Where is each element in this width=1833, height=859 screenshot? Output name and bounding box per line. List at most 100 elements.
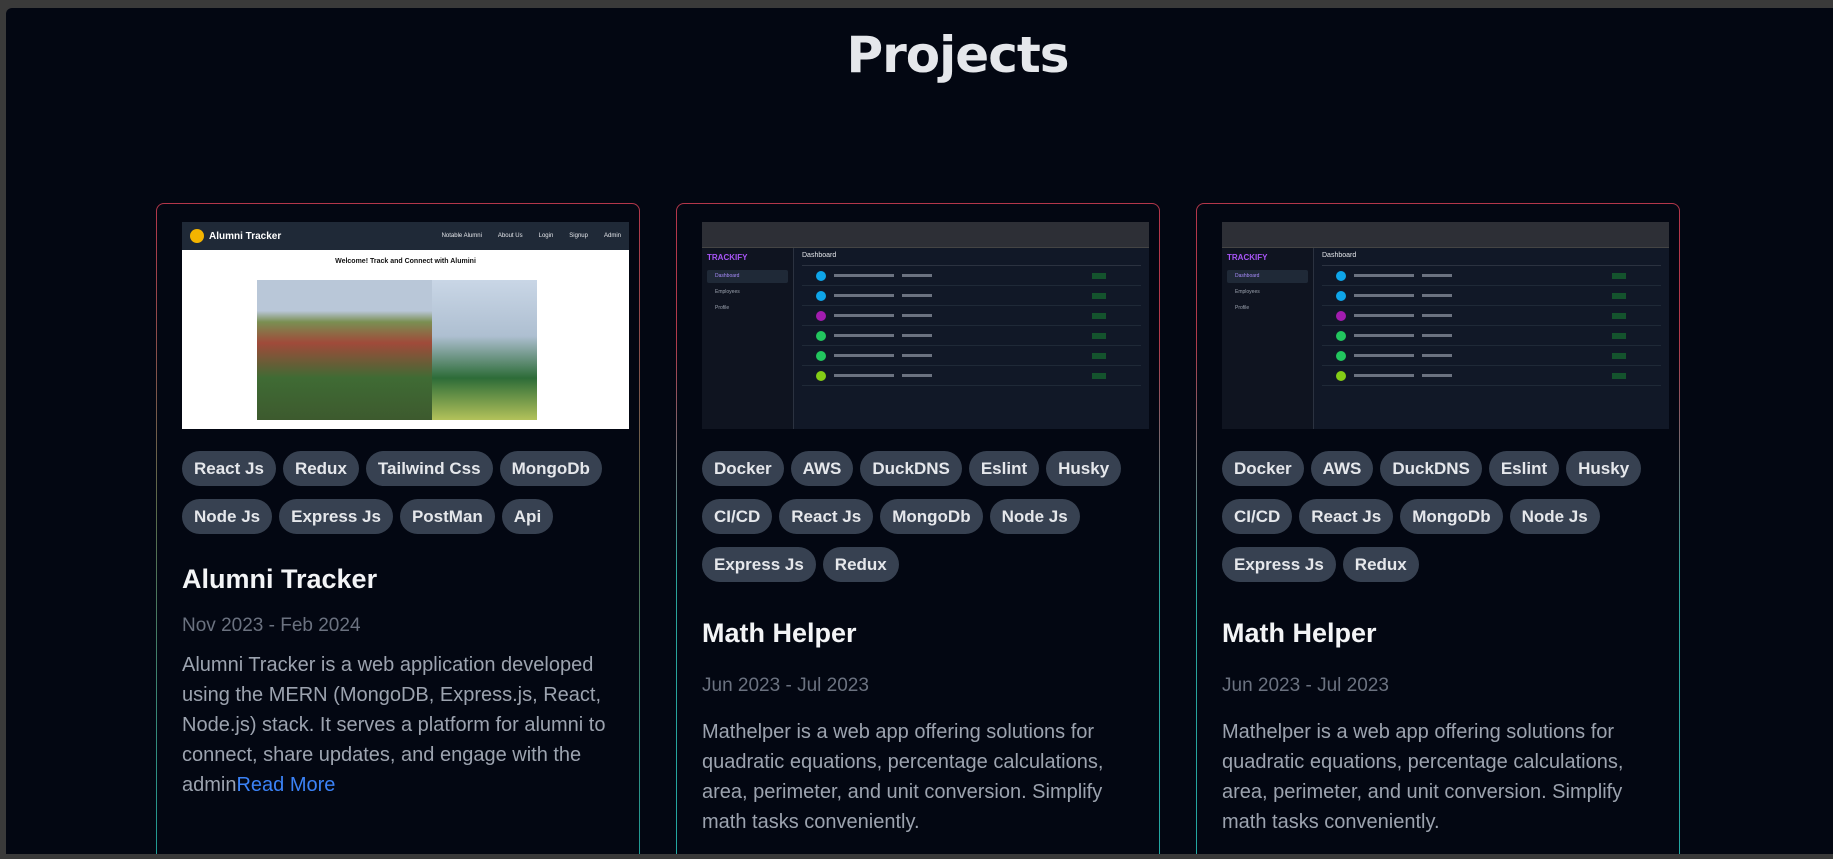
tech-tag: Eslint bbox=[1488, 451, 1560, 486]
nav-link: About Us bbox=[497, 233, 523, 239]
table-row bbox=[802, 266, 1141, 286]
tech-tag: Node Js bbox=[989, 499, 1080, 534]
avatar bbox=[1336, 270, 1346, 281]
tech-tags: React Js Redux Tailwind Css MongoDb Node… bbox=[182, 451, 622, 534]
avatar bbox=[1336, 370, 1346, 381]
sidebar-item: Profile bbox=[715, 305, 730, 311]
sidebar-item: Dashboard bbox=[707, 270, 788, 283]
projects-section: Projects Alumni Tracker Notable Alumni A… bbox=[6, 8, 1833, 854]
nav-link: Admin bbox=[603, 233, 621, 239]
campus-photo-2 bbox=[432, 280, 537, 420]
avatar bbox=[816, 310, 826, 321]
screenshot-header: Dashboard bbox=[1322, 252, 1661, 266]
tech-tag: Express Js bbox=[279, 499, 393, 534]
project-card: TRACKIFY Dashboard Employees Profile Das… bbox=[1196, 203, 1680, 854]
avatar bbox=[1336, 310, 1346, 321]
tech-tag: MongoDb bbox=[880, 499, 983, 534]
screenshot-brand: TRACKIFY bbox=[1227, 253, 1268, 262]
sidebar-item: Employees bbox=[715, 289, 740, 295]
table-row bbox=[802, 366, 1141, 386]
project-dates: Jun 2023 - Jul 2023 bbox=[702, 675, 869, 696]
table-row bbox=[802, 346, 1141, 366]
avatar bbox=[816, 370, 826, 381]
screenshot-main: Dashboard bbox=[794, 248, 1149, 429]
avatar bbox=[816, 350, 826, 361]
project-description: Alumni Tracker is a web application deve… bbox=[182, 650, 621, 800]
table-row bbox=[1322, 286, 1661, 306]
tech-tag: AWS bbox=[790, 451, 854, 486]
read-more-link[interactable]: Read More bbox=[236, 774, 335, 796]
project-screenshot[interactable]: TRACKIFY Dashboard Employees Profile Das… bbox=[702, 222, 1149, 429]
screenshot-brand: TRACKIFY bbox=[707, 253, 748, 262]
tech-tag: React Js bbox=[779, 499, 874, 534]
table-row bbox=[1322, 366, 1661, 386]
tech-tag: Docker bbox=[1222, 451, 1304, 486]
tech-tag: PostMan bbox=[399, 499, 495, 534]
sidebar-item: Dashboard bbox=[1227, 270, 1308, 283]
tech-tag: Api bbox=[501, 499, 554, 534]
screenshot-nav-links: Notable Alumni About Us Login Signup Adm… bbox=[442, 233, 621, 239]
tech-tag: AWS bbox=[1310, 451, 1374, 486]
nav-link: Notable Alumni bbox=[441, 233, 482, 239]
page-title: Projects bbox=[846, 26, 1069, 84]
sidebar-item: Employees bbox=[1235, 289, 1260, 295]
project-screenshot[interactable]: TRACKIFY Dashboard Employees Profile Das… bbox=[1222, 222, 1669, 429]
table-row bbox=[1322, 306, 1661, 326]
tech-tag: Tailwind Css bbox=[365, 451, 493, 486]
tech-tag: Node Js bbox=[182, 499, 273, 534]
avatar bbox=[1336, 290, 1346, 301]
tech-tag: Express Js bbox=[702, 547, 816, 582]
tech-tag: CI/CD bbox=[702, 499, 773, 534]
screenshot-welcome: Welcome! Track and Connect with Alumini bbox=[335, 258, 476, 265]
tech-tag: Node Js bbox=[1509, 499, 1600, 534]
tech-tag: Husky bbox=[1046, 451, 1122, 486]
browser-chrome bbox=[1222, 222, 1669, 248]
tech-tags: Docker AWS DuckDNS Eslint Husky CI/CD Re… bbox=[1222, 451, 1662, 582]
table-row bbox=[802, 306, 1141, 326]
project-title: Math Helper bbox=[702, 618, 857, 648]
avatar bbox=[816, 290, 826, 301]
project-description: Mathelper is a web app offering solution… bbox=[1222, 721, 1624, 833]
tech-tag: React Js bbox=[182, 451, 276, 486]
project-dates: Nov 2023 - Feb 2024 bbox=[182, 615, 361, 636]
screenshot-sidebar: TRACKIFY Dashboard Employees Profile bbox=[702, 248, 794, 429]
tech-tag: DuckDNS bbox=[1380, 451, 1482, 486]
screenshot-header: Dashboard bbox=[802, 252, 1141, 266]
tech-tag: DuckDNS bbox=[860, 451, 962, 486]
avatar bbox=[1336, 330, 1346, 341]
sidebar-item: Profile bbox=[1235, 305, 1250, 311]
nav-link: Signup bbox=[569, 233, 588, 239]
tech-tag: Husky bbox=[1566, 451, 1642, 486]
tech-tag: MongoDb bbox=[499, 451, 602, 486]
avatar bbox=[1336, 350, 1346, 361]
project-title: Math Helper bbox=[1222, 618, 1377, 648]
tech-tag: React Js bbox=[1299, 499, 1394, 534]
screenshot-navbar: Alumni Tracker Notable Alumni About Us L… bbox=[182, 222, 629, 250]
project-card: Alumni Tracker Notable Alumni About Us L… bbox=[156, 203, 640, 854]
screenshot-main: Dashboard bbox=[1314, 248, 1669, 429]
tech-tag: Docker bbox=[702, 451, 784, 486]
table-row bbox=[1322, 346, 1661, 366]
tech-tags: Docker AWS DuckDNS Eslint Husky CI/CD Re… bbox=[702, 451, 1142, 582]
tech-tag: Express Js bbox=[1222, 547, 1336, 582]
screenshot-sidebar: TRACKIFY Dashboard Employees Profile bbox=[1222, 248, 1314, 429]
browser-chrome bbox=[702, 222, 1149, 248]
avatar bbox=[816, 270, 826, 281]
avatar bbox=[816, 330, 826, 341]
tech-tag: Redux bbox=[822, 547, 899, 582]
table-row bbox=[1322, 266, 1661, 286]
table-row bbox=[802, 286, 1141, 306]
tech-tag: Redux bbox=[1342, 547, 1419, 582]
tech-tag: MongoDb bbox=[1400, 499, 1503, 534]
project-title: Alumni Tracker bbox=[182, 564, 378, 594]
nav-link: Login bbox=[538, 233, 554, 239]
tech-tag: CI/CD bbox=[1222, 499, 1293, 534]
tech-tag: Eslint bbox=[968, 451, 1040, 486]
project-card: TRACKIFY Dashboard Employees Profile Das… bbox=[676, 203, 1160, 854]
project-screenshot[interactable]: Alumni Tracker Notable Alumni About Us L… bbox=[182, 222, 629, 429]
project-dates: Jun 2023 - Jul 2023 bbox=[1222, 675, 1389, 696]
project-description: Mathelper is a web app offering solution… bbox=[702, 721, 1104, 833]
table-row bbox=[1322, 326, 1661, 346]
logo-icon bbox=[190, 229, 204, 243]
table-row bbox=[802, 326, 1141, 346]
